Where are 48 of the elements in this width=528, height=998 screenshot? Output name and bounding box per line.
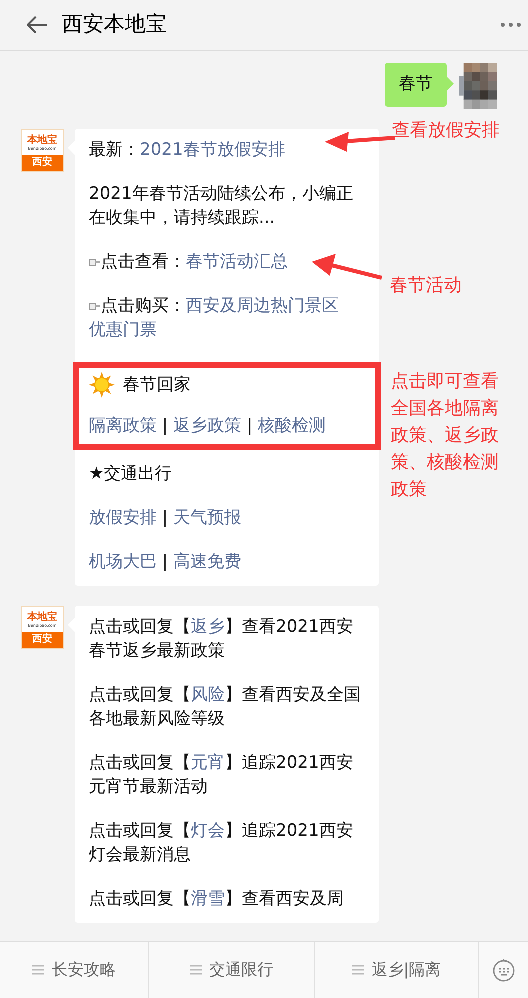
back-icon[interactable]	[27, 16, 48, 34]
window-title: 西安本地宝	[62, 11, 167, 38]
menu-tab[interactable]: 交通限行	[149, 942, 315, 998]
message-text: ★交通出行	[89, 463, 172, 486]
menu-tab[interactable]: 返乡|隔离	[315, 942, 479, 998]
link[interactable]: 优惠门票	[89, 320, 157, 340]
sun-icon	[89, 372, 115, 398]
link[interactable]: 机场大巴	[89, 552, 157, 572]
link[interactable]: 放假安排	[89, 508, 157, 528]
link[interactable]: 隔离政策	[89, 416, 157, 436]
link[interactable]: 天气预报	[174, 508, 242, 528]
logo-text: 本地宝	[28, 612, 58, 622]
logo-city: 西安	[32, 157, 52, 169]
message-text: 最新：2021春节放假安排	[89, 139, 286, 162]
logo-text: 本地宝	[28, 134, 58, 146]
link[interactable]: 高速免费	[174, 552, 242, 572]
section-title: 春节回家	[123, 374, 191, 397]
link[interactable]: 元宵	[191, 753, 225, 773]
message-text: 放假安排 | 天气预报	[89, 507, 242, 530]
annotation-text: 查看放假安排	[392, 119, 500, 143]
link[interactable]: 返乡	[191, 617, 225, 637]
message-text: 2021年春节活动陆续公布，小编正在收集中，请持续跟踪...	[89, 183, 354, 230]
link[interactable]: 灯会	[191, 821, 225, 841]
link[interactable]: 返乡政策	[174, 416, 242, 436]
message-text: 点击或回复【风险】查看西安及全国各地最新风险等级	[89, 684, 362, 731]
menu-icon	[352, 965, 364, 975]
keyboard-icon[interactable]	[492, 958, 514, 982]
message-text: 点击或回复【滑雪】查看西安及周	[89, 888, 344, 911]
annotation-text: 点击即可查看全国各地隔离政策、返乡政策、核酸检测政策	[391, 370, 500, 502]
link[interactable]: 滑雪	[191, 889, 225, 909]
menu-icon	[32, 965, 44, 975]
message-text: 点击查看：春节活动汇总	[89, 250, 288, 274]
annotation-text: 春节活动	[390, 274, 462, 298]
message-text: 机场大巴 | 高速免费	[89, 551, 242, 574]
menu-tab[interactable]: 长安攻略	[0, 942, 149, 998]
message-text: 点击或回复【返乡】查看2021西安春节返乡最新政策	[89, 616, 354, 663]
link[interactable]: 西安及周边热门景区	[186, 296, 339, 316]
menu-icon	[190, 965, 202, 975]
link[interactable]: 核酸检测	[258, 416, 326, 436]
link[interactable]: 风险	[191, 685, 225, 705]
link[interactable]: 2021春节放假安排	[140, 140, 286, 160]
link[interactable]: 春节活动汇总	[186, 252, 288, 272]
message-text: 点击或回复【元宵】追踪2021西安元宵节最新活动	[89, 752, 354, 799]
message-text: 点击购买：西安及周边热门景区 优惠门票	[89, 295, 340, 342]
message-text: 隔离政策 | 返乡政策 | 核酸检测	[89, 415, 326, 438]
message-text: 点击或回复【灯会】追踪2021西安灯会最新消息	[89, 820, 354, 867]
logo-city: 西安	[32, 634, 52, 646]
more-icon[interactable]	[500, 22, 522, 28]
